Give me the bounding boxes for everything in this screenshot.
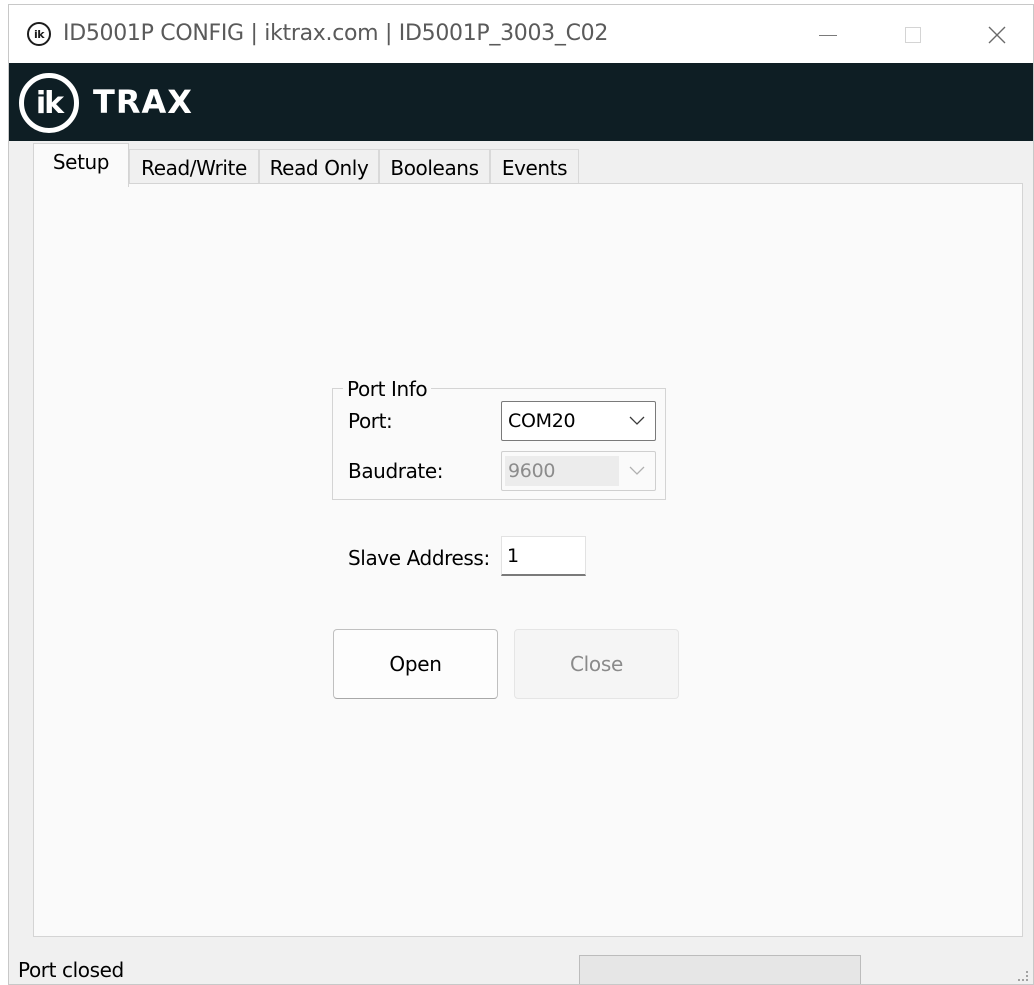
tab-read-write[interactable]: Read/Write bbox=[129, 149, 259, 185]
status-bar: Port closed bbox=[9, 949, 1033, 984]
brand-name: TRAX bbox=[93, 83, 193, 121]
close-icon bbox=[988, 26, 1006, 44]
tab-booleans[interactable]: Booleans bbox=[379, 149, 490, 185]
app-logo-icon: ik bbox=[27, 22, 51, 46]
window-title: ID5001P CONFIG | iktrax.com | ID5001P_30… bbox=[63, 21, 609, 46]
setup-panel: Port Info Port: COM20 Baudrate: 9600 Sla… bbox=[33, 183, 1023, 937]
minimize-icon bbox=[819, 34, 837, 36]
port-info-group: Port Info Port: COM20 Baudrate: 9600 bbox=[332, 377, 666, 500]
baudrate-select[interactable]: 9600 bbox=[501, 451, 656, 491]
app-window: ik ID5001P CONFIG | iktrax.com | ID5001P… bbox=[8, 4, 1034, 985]
baudrate-select-value: 9600 bbox=[508, 460, 556, 482]
status-text: Port closed bbox=[18, 958, 124, 982]
title-bar[interactable]: ik ID5001P CONFIG | iktrax.com | ID5001P… bbox=[9, 5, 1033, 63]
chevron-down-icon bbox=[629, 416, 645, 425]
maximize-button[interactable] bbox=[891, 15, 935, 55]
close-window-button[interactable] bbox=[975, 15, 1019, 55]
port-select[interactable]: COM20 bbox=[501, 401, 656, 441]
open-button[interactable]: Open bbox=[333, 629, 498, 699]
tab-events[interactable]: Events bbox=[490, 149, 579, 185]
close-button[interactable]: Close bbox=[514, 629, 679, 699]
port-select-value: COM20 bbox=[508, 410, 576, 432]
tab-setup[interactable]: Setup bbox=[33, 143, 129, 187]
brand-banner: ik TRAX bbox=[9, 63, 1033, 141]
tab-strip: Setup Read/Write Read Only Booleans Even… bbox=[9, 141, 1033, 187]
progress-bar bbox=[579, 955, 861, 984]
tab-read-only[interactable]: Read Only bbox=[259, 149, 379, 185]
port-info-legend: Port Info bbox=[343, 377, 432, 401]
slave-address-input[interactable]: 1 bbox=[501, 536, 586, 576]
resize-grip-icon[interactable] bbox=[1015, 968, 1029, 982]
ik-logo-icon: ik bbox=[19, 73, 79, 133]
maximize-icon bbox=[905, 27, 921, 43]
slave-address-label: Slave Address: bbox=[348, 546, 490, 570]
minimize-button[interactable] bbox=[806, 15, 850, 55]
chevron-down-icon bbox=[629, 466, 645, 475]
port-label: Port: bbox=[348, 409, 393, 433]
baudrate-label: Baudrate: bbox=[348, 459, 444, 483]
